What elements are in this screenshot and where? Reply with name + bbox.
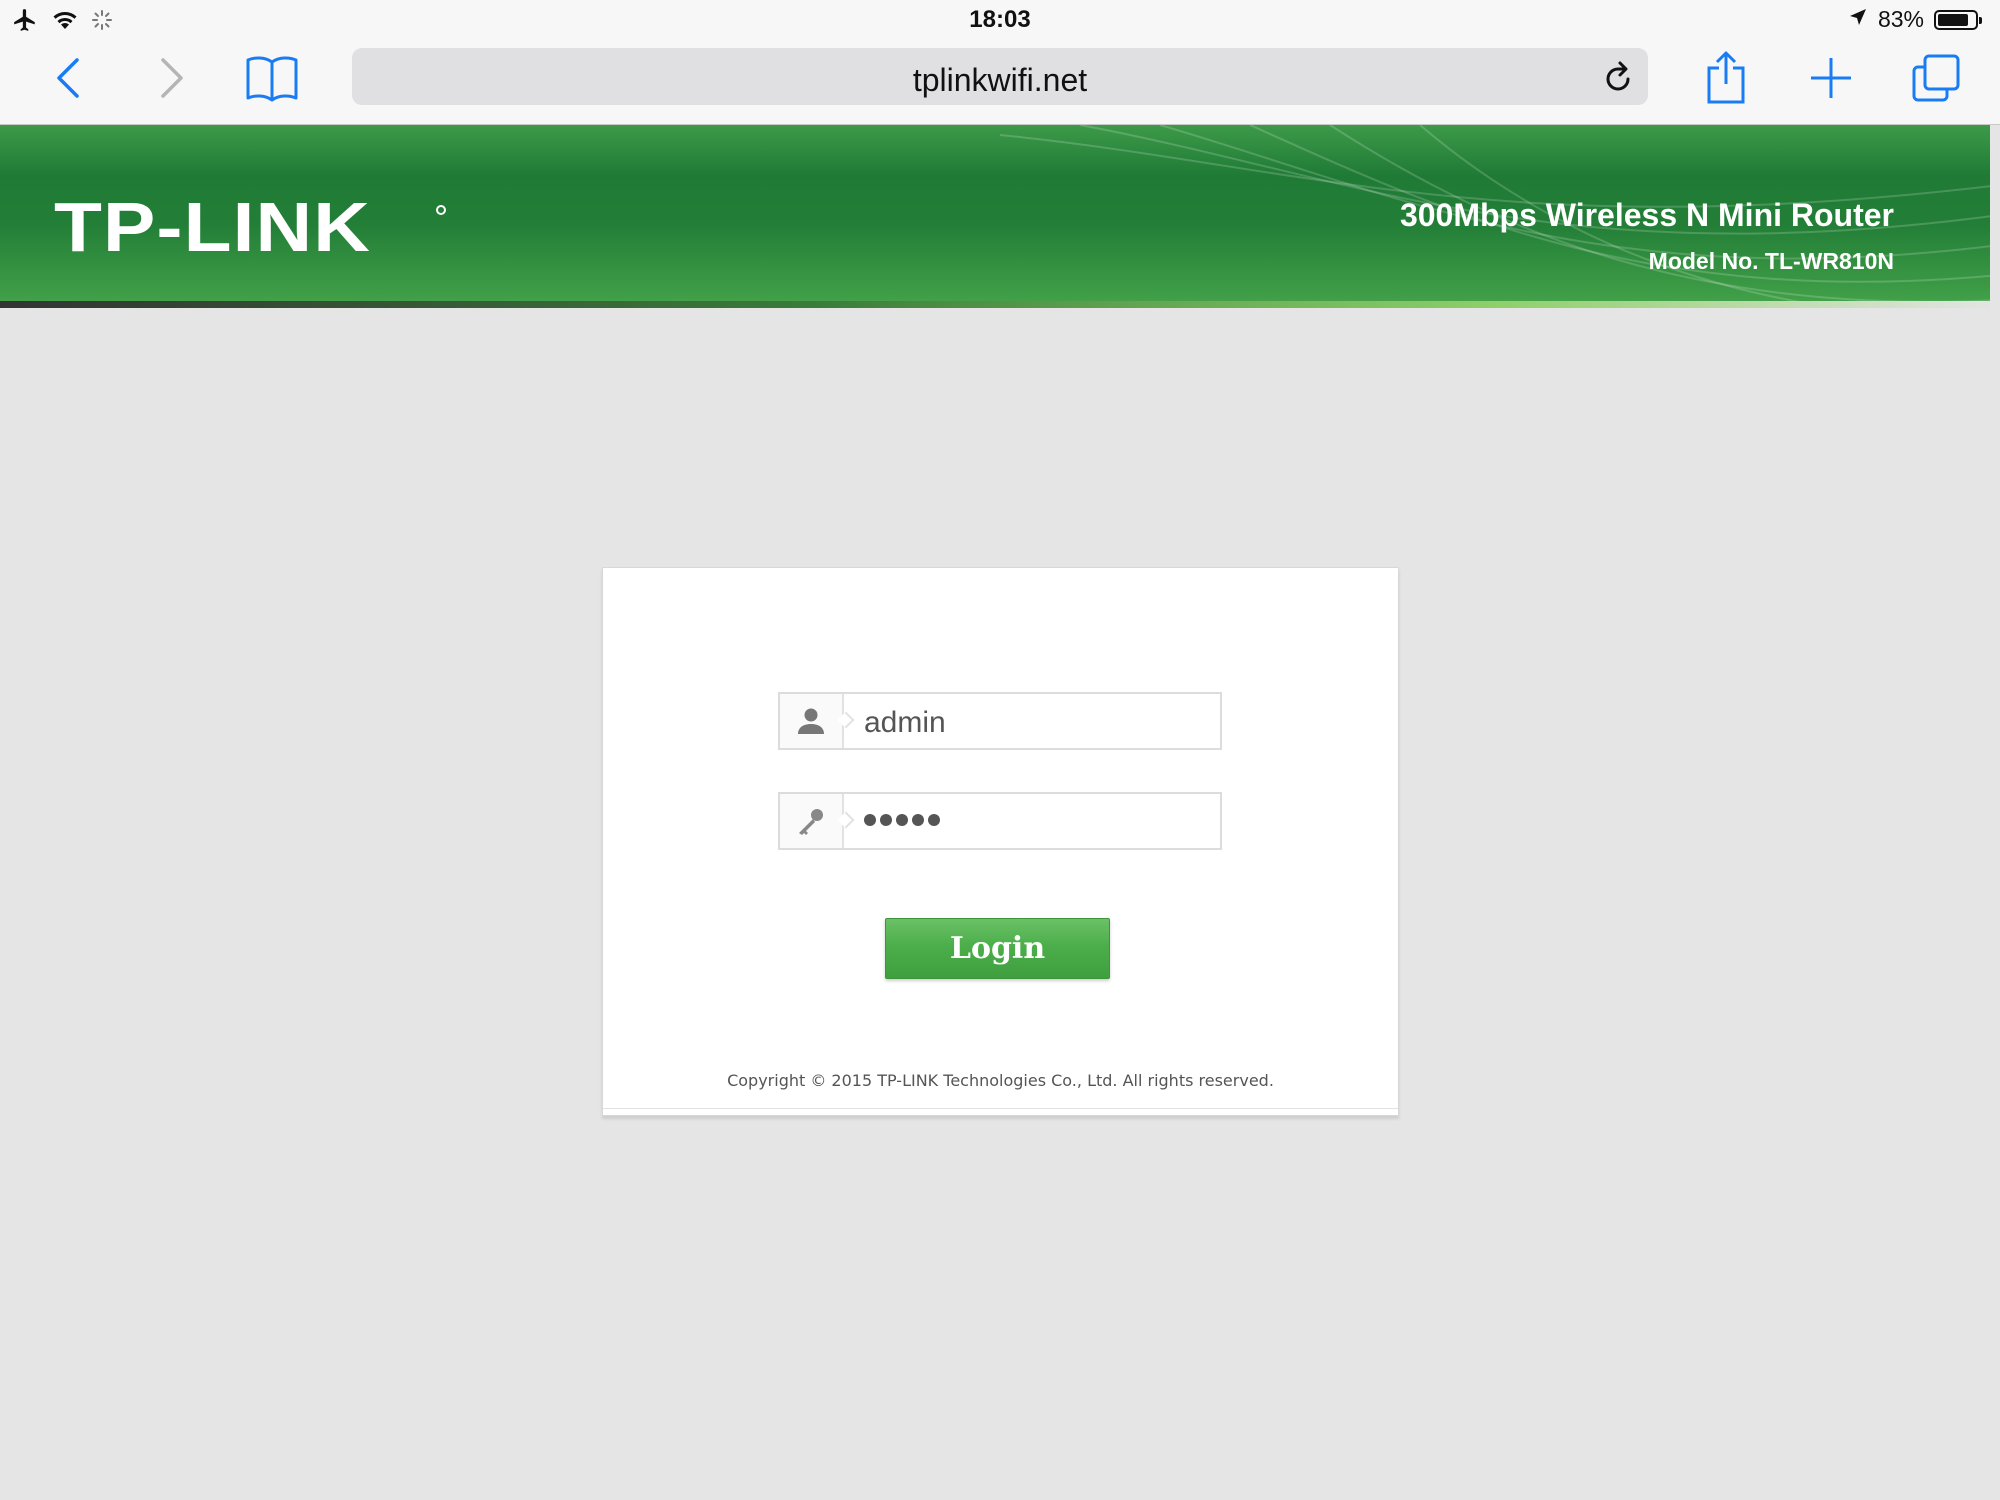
battery-percent: 83%: [1877, 6, 1924, 32]
forward-button[interactable]: [144, 50, 200, 106]
address-bar[interactable]: tplinkwifi.net: [352, 48, 1648, 105]
registered-mark-icon: [436, 205, 446, 215]
bookmarks-button[interactable]: [244, 50, 300, 106]
user-icon: [798, 708, 824, 734]
model-number: Model No. TL-WR810N: [1648, 248, 1894, 274]
battery-icon: [1934, 9, 1982, 30]
username-field[interactable]: admin: [778, 692, 1222, 750]
username-value: admin: [864, 706, 946, 739]
chevron-left-icon: [57, 58, 79, 98]
back-button[interactable]: [40, 50, 96, 106]
header-divider: [0, 301, 2000, 308]
location-arrow-icon: [1848, 6, 1868, 33]
tabs-button[interactable]: [1908, 50, 1964, 106]
password-dot: [864, 814, 876, 826]
login-panel: admin Login Copyright © 2015 TP-LINK Tec…: [602, 567, 1399, 1116]
reload-icon[interactable]: [1602, 60, 1634, 99]
password-dot: [896, 814, 908, 826]
key-icon: [799, 809, 823, 835]
url-text: tplinkwifi.net: [912, 62, 1088, 98]
chevron-right-icon: [161, 58, 183, 98]
plus-icon: [1811, 58, 1851, 98]
password-field[interactable]: [778, 792, 1222, 850]
login-button[interactable]: Login: [885, 918, 1110, 979]
password-dot: [880, 814, 892, 826]
user-icon-box: [780, 694, 844, 748]
tabs-icon: [1912, 54, 1960, 102]
password-mask: [864, 814, 940, 826]
key-icon-box: [780, 794, 844, 848]
copyright-text: Copyright © 2015 TP-LINK Technologies Co…: [727, 1071, 1274, 1090]
tp-link-logo: TP-LINK: [54, 188, 372, 266]
panel-footer-line: [603, 1108, 1398, 1109]
status-bar: 18:03 83%: [0, 0, 2000, 40]
battery-level: [1938, 13, 1968, 26]
password-dot: [912, 814, 924, 826]
router-header: TP-LINK 300Mbps Wireless N Mini Router M…: [0, 125, 2000, 308]
header-edge: [1990, 125, 2000, 308]
status-right-icons: 83%: [1848, 6, 1982, 33]
browser-toolbar: tplinkwifi.net: [0, 40, 2000, 125]
status-time: 18:03: [969, 6, 1031, 33]
share-icon: [1707, 51, 1745, 104]
share-button[interactable]: [1698, 50, 1754, 106]
password-dot: [928, 814, 940, 826]
product-name: 300Mbps Wireless N Mini Router: [1399, 197, 1894, 233]
new-tab-button[interactable]: [1803, 50, 1859, 106]
book-icon: [246, 56, 298, 102]
